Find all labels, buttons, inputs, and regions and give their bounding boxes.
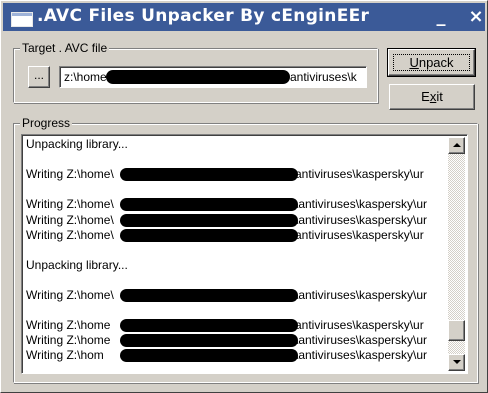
arrow-up-icon <box>453 143 461 147</box>
log-line: Writing Z:\hom \antiviruses\kaspersky\ur <box>26 348 427 363</box>
minimize-button[interactable]: _ <box>430 6 452 28</box>
log-line-suffix: \antiviruses\kaspersky\ur <box>295 348 428 363</box>
log-line: Writing Z:\home\ \antiviruses\kaspersky\u… <box>26 288 427 302</box>
unpack-button[interactable]: Unpack <box>387 48 476 77</box>
log-line: Writing Z:\home antiviruses\kaspersky\ur <box>26 318 424 333</box>
log-line-prefix: Writing Z:\home\ <box>26 212 114 227</box>
log-line: Unpacking library... <box>26 137 128 151</box>
log-line: Writing Z:\home \antiviruses\kaspersky\ur <box>26 333 427 348</box>
log-line: Writing Z:\home\ antiviruses\kaspersky\ur <box>26 227 424 242</box>
app-window: .AVC Files Unpacker By cEnginEEr _ × Tar… <box>0 0 488 393</box>
target-path-field[interactable]: z:\home antiviruses\k <box>59 66 367 88</box>
log-line-prefix: Writing Z:\home\ <box>26 288 114 302</box>
arrow-down-icon <box>453 360 461 364</box>
log-line-prefix: Writing Z:\home <box>26 318 111 333</box>
close-button[interactable]: × <box>465 6 487 28</box>
log-line-suffix: antiviruses\kaspersky\ur <box>295 227 424 242</box>
scroll-down-button[interactable] <box>448 354 465 371</box>
log-line: Writing Z:\home\ antiviruses\kaspersky\ur <box>26 167 424 182</box>
redacted-path-segment <box>120 349 298 363</box>
browse-button[interactable]: ... <box>28 66 50 88</box>
log-line: Unpacking library... <box>26 258 128 272</box>
exit-button[interactable]: Exit <box>389 84 475 110</box>
redacted-path-segment <box>106 70 290 84</box>
log-line-suffix: \antiviruses\kaspersky\ur <box>295 333 428 348</box>
path-prefix: z:\home <box>64 70 107 84</box>
redacted-path-segment <box>120 213 298 227</box>
log-line-prefix: Writing Z:\home <box>26 333 111 348</box>
log-line: Writing Z:\home\ \antiviruses\kaspersky\u… <box>26 197 427 212</box>
path-suffix: antiviruses\k <box>290 70 357 84</box>
log-line-suffix: antiviruses\kaspersky\ur <box>295 318 424 333</box>
log-line-prefix: Writing Z:\home\ <box>26 197 114 212</box>
log-line-suffix: \antiviruses\kaspersky\ur <box>295 212 428 227</box>
window-title: .AVC Files Unpacker By cEnginEEr <box>37 6 370 26</box>
progress-log[interactable]: Unpacking library... Writing Z:\home\ anti… <box>21 134 468 374</box>
redacted-path-segment <box>120 228 298 242</box>
target-group-label: Target . AVC file <box>20 41 110 55</box>
exit-label-start: E <box>421 89 430 104</box>
exit-label-end: it <box>436 89 443 104</box>
window-icon <box>11 12 33 27</box>
log-line: Writing Z:\home\ \antiviruses\kaspersky\u… <box>26 212 427 227</box>
progress-groupbox: Progress Unpacking library... Writing Z:\… <box>13 116 478 383</box>
log-line-prefix: Writing Z:\home\ <box>26 167 114 182</box>
log-line-suffix: \antiviruses\kaspersky\ur <box>295 197 428 212</box>
scroll-up-button[interactable] <box>448 137 465 154</box>
progress-group-label: Progress <box>20 116 73 130</box>
log-line-text: Unpacking library... <box>26 137 128 151</box>
redacted-path-segment <box>120 319 298 333</box>
title-bar[interactable]: .AVC Files Unpacker By cEnginEEr _ × <box>3 3 485 31</box>
scroll-thumb[interactable] <box>448 320 465 342</box>
log-line-prefix: Writing Z:\home\ <box>26 227 114 242</box>
redacted-path-segment <box>120 168 298 182</box>
focus-rect <box>393 54 470 71</box>
target-groupbox: Target . AVC file ... z:\home antiviruse… <box>13 41 378 103</box>
log-line-suffix: \antiviruses\kaspersky\ur <box>295 288 428 302</box>
log-line-text: Unpacking library... <box>26 257 128 272</box>
log-line-suffix: antiviruses\kaspersky\ur <box>295 167 424 182</box>
redacted-path-segment <box>120 289 298 302</box>
log-line-prefix: Writing Z:\hom <box>26 348 104 363</box>
redacted-path-segment <box>120 334 298 348</box>
vertical-scrollbar[interactable] <box>448 137 465 371</box>
redacted-path-segment <box>120 198 298 212</box>
